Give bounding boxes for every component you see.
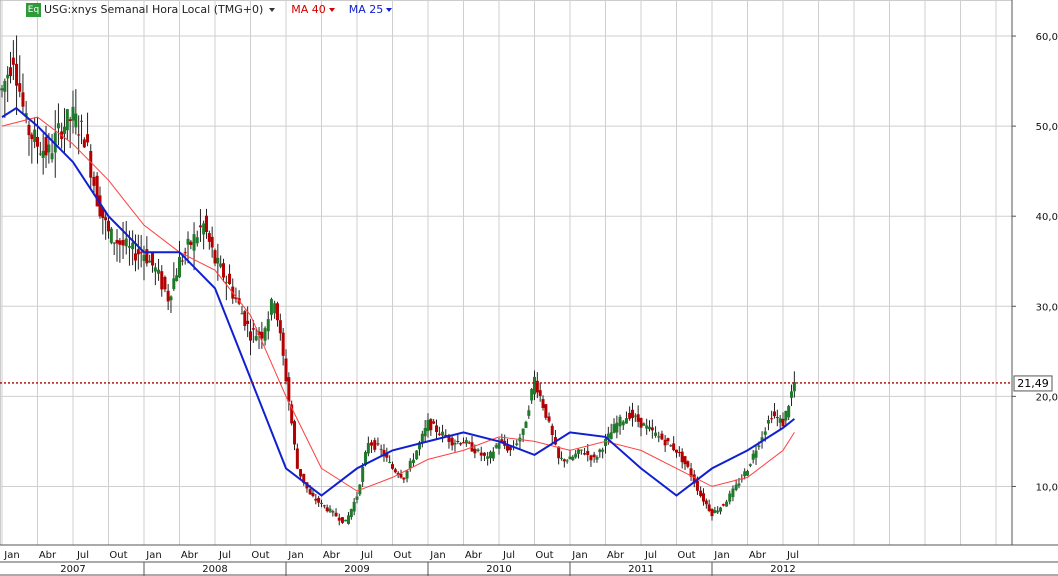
x-tick-label: Abr [607, 550, 625, 561]
year-label: 2011 [628, 564, 653, 575]
x-tick-label: Jan [3, 550, 19, 561]
candle [415, 450, 419, 461]
x-tick-label: Abr [323, 550, 341, 561]
year-label: 2012 [770, 564, 795, 575]
y-axis: 10,00 20,00 30,00 40,00 50,00 60,00 [1011, 0, 1058, 545]
ma40-dropdown-icon[interactable] [328, 8, 335, 12]
y-tick-label: 10,00 [1036, 482, 1058, 493]
x-tick-label: Abr [39, 550, 57, 561]
x-axis: Jan Abr Jul Out Jan Abr Jul Out Jan Abr Jul Out Jan A… [0, 544, 1058, 576]
x-tick-label: Out [109, 550, 127, 561]
year-label: 2007 [60, 564, 85, 575]
last-price-label: 21,49 [1013, 375, 1053, 392]
year-label: 2009 [344, 564, 369, 575]
x-tick-label: Jul [502, 550, 515, 561]
x-tick-label: Jan [713, 550, 729, 561]
price-chart: 10,00 20,00 30,00 40,00 50,00 60,00 Jan Abr Jul… [0, 0, 1058, 576]
y-tick-label: 40,00 [1036, 212, 1058, 223]
candle [340, 517, 344, 524]
x-tick-label: Jan [145, 550, 161, 561]
x-tick-label: Jul [644, 550, 657, 561]
x-tick-label: Jul [218, 550, 231, 561]
x-tick-label: Out [677, 550, 695, 561]
chart-grid [0, 0, 1013, 546]
ma40-legend[interactable]: MA 40 [291, 3, 326, 17]
x-tick-label: Jan [287, 550, 303, 561]
year-label: 2008 [202, 564, 227, 575]
x-tick-label: Jan [429, 550, 445, 561]
y-tick-label: 20,00 [1036, 392, 1058, 403]
x-tick-label: Out [393, 550, 411, 561]
x-tick-label: Abr [181, 550, 199, 561]
x-tick-label: Jul [360, 550, 373, 561]
candle [344, 519, 348, 522]
x-tick-label: Out [251, 550, 269, 561]
x-tick-label: Jul [76, 550, 89, 561]
ma25-dropdown-icon[interactable] [386, 8, 393, 12]
y-tick-label: 60,00 [1036, 32, 1058, 43]
x-tick-label: Abr [465, 550, 483, 561]
candle [109, 227, 113, 245]
candle [544, 403, 548, 420]
x-tick-label: Out [535, 550, 553, 561]
chart-header: USG:xnys Semanal Hora Local (TMG+0) MA 4… [26, 3, 400, 17]
year-label: 2010 [486, 564, 511, 575]
x-tick-label: Jul [786, 550, 799, 561]
title-dropdown-icon[interactable] [269, 8, 276, 12]
svg-text:21,49: 21,49 [1017, 377, 1049, 390]
chart-title: USG:xnys Semanal Hora Local (TMG+0) [44, 3, 264, 16]
ma25-legend[interactable]: MA 25 [349, 3, 384, 17]
x-tick-label: Jan [571, 550, 587, 561]
y-tick-label: 30,00 [1036, 302, 1058, 313]
y-tick-label: 50,00 [1036, 122, 1058, 133]
x-tick-label: Abr [749, 550, 767, 561]
